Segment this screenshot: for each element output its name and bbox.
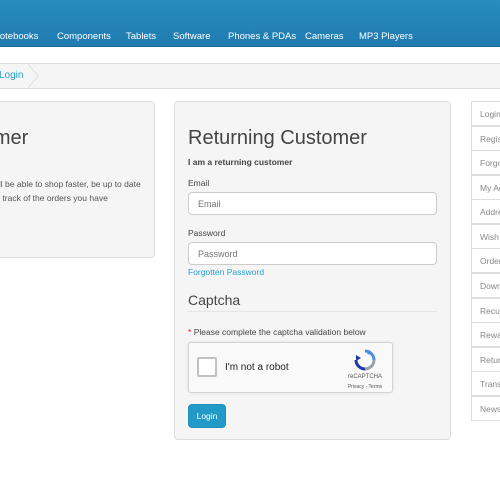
login-button[interactable]: Login [188, 404, 226, 428]
sidebar-item-wish-list[interactable]: Wish List [471, 224, 500, 249]
nav-item-notebooks[interactable]: Notebooks [0, 31, 38, 42]
captcha-title: Captcha [188, 292, 241, 308]
returning-customer-subtitle: I am a returning customer [188, 157, 293, 167]
email-label: Email [188, 178, 210, 188]
required-mark: * [188, 327, 192, 337]
nav-item-phones-pdas[interactable]: Phones & PDAs [228, 31, 296, 42]
breadcrumb-separator-icon [27, 63, 39, 89]
sidebar-item-newsletter[interactable]: Newsletter [471, 396, 500, 421]
password-label: Password [188, 228, 226, 238]
forgotten-password-link[interactable]: Forgotten Password [188, 267, 264, 277]
sidebar-item-downloads[interactable]: Downloads [471, 273, 500, 298]
recaptcha-label: I'm not a robot [225, 362, 289, 373]
new-customer-title: New Customer [0, 127, 29, 149]
sidebar-item-reward-points[interactable]: Reward Points [471, 322, 500, 347]
nav-item-components[interactable]: Components [57, 31, 111, 42]
sidebar-item-forgotten-password[interactable]: Forgotten Password [471, 150, 500, 175]
sidebar-item-my-account[interactable]: My Account [471, 175, 500, 200]
nav-item-mp3-players[interactable]: MP3 Players [359, 31, 413, 42]
recaptcha-logo-icon [354, 349, 376, 371]
email-field[interactable] [188, 192, 437, 215]
sidebar-item-address-book[interactable]: Address Book [471, 199, 500, 224]
breadcrumb-login-link[interactable]: Login [0, 70, 23, 81]
new-customer-clip: New Customer By creating an account you … [0, 101, 155, 258]
recaptcha-brand: reCAPTCHA [347, 374, 382, 380]
recaptcha-terms[interactable]: Privacy - Terms [339, 384, 391, 390]
top-nav-bar: Notebooks Components Tablets Software Ph… [0, 0, 500, 47]
nav-item-cameras[interactable]: Cameras [305, 31, 344, 42]
nav-item-software[interactable]: Software [173, 31, 211, 42]
breadcrumb: Login [0, 63, 500, 89]
nav-item-tablets[interactable]: Tablets [126, 31, 156, 42]
sidebar-item-login[interactable]: Login [471, 101, 500, 126]
sidebar-item-returns[interactable]: Returns [471, 347, 500, 372]
recaptcha-checkbox[interactable] [197, 357, 217, 377]
sidebar-item-recurring-payments[interactable]: Recurring payments [471, 298, 500, 323]
sidebar-item-order-history[interactable]: Order History [471, 248, 500, 273]
sidebar-item-transactions[interactable]: Transactions [471, 371, 500, 396]
captcha-note: * Please complete the captcha validation… [188, 327, 366, 337]
new-customer-text: By creating an account you will be able … [0, 179, 141, 203]
password-field[interactable] [188, 242, 437, 265]
captcha-divider [188, 311, 437, 312]
returning-customer-title: Returning Customer [188, 127, 367, 149]
captcha-note-text: Please complete the captcha validation b… [193, 327, 366, 337]
sidebar-item-register[interactable]: Register [471, 126, 500, 151]
recaptcha-widget: I'm not a robot reCAPTCHA Privacy - Term… [188, 342, 393, 393]
